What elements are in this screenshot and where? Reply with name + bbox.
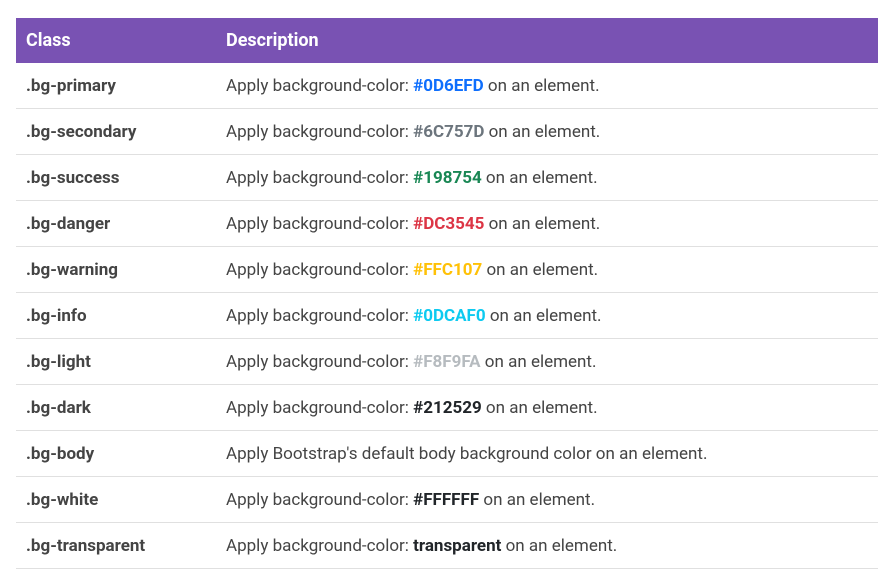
description-cell: Apply Bootstrap's default body backgroun… <box>216 431 878 477</box>
table-row: .bg-secondaryApply background-color: #6C… <box>16 109 878 155</box>
description-suffix: on an element. <box>484 122 600 142</box>
description-strong: #0D6EFD <box>413 76 484 96</box>
table-header-row: Class Description <box>16 18 878 63</box>
header-description: Description <box>216 18 878 63</box>
class-name-cell: .bg-transparent <box>16 523 216 569</box>
table-row: .bg-infoApply background-color: #0DCAF0 … <box>16 293 878 339</box>
table-row: .bg-transparentApply background-color: t… <box>16 523 878 569</box>
classes-table: Class Description .bg-primaryApply backg… <box>16 18 878 569</box>
description-strong: #6C757D <box>413 122 484 142</box>
class-name-cell: .bg-warning <box>16 247 216 293</box>
table-row: .bg-primaryApply background-color: #0D6E… <box>16 63 878 109</box>
description-prefix: Apply background-color: <box>226 398 413 418</box>
description-suffix: on an element. <box>482 398 598 418</box>
description-suffix: on an element. <box>501 536 617 556</box>
description-suffix: on an element. <box>486 306 602 326</box>
description-suffix: on an element. <box>479 490 595 510</box>
description-cell: Apply background-color: transparent on a… <box>216 523 878 569</box>
class-name-cell: .bg-primary <box>16 63 216 109</box>
description-strong: #212529 <box>413 398 482 418</box>
class-name-cell: .bg-info <box>16 293 216 339</box>
table-row: .bg-dangerApply background-color: #DC354… <box>16 201 878 247</box>
description-strong: transparent <box>413 536 501 556</box>
description-strong: #DC3545 <box>413 214 484 234</box>
description-cell: Apply background-color: #F8F9FA on an el… <box>216 339 878 385</box>
class-name-cell: .bg-dark <box>16 385 216 431</box>
description-prefix: Apply background-color: <box>226 352 413 372</box>
description-prefix: Apply background-color: <box>226 168 413 188</box>
description-prefix: Apply background-color: <box>226 306 413 326</box>
description-suffix: on an element. <box>481 352 597 372</box>
description-strong: #198754 <box>413 168 482 188</box>
class-name-cell: .bg-white <box>16 477 216 523</box>
description-cell: Apply background-color: #FFFFFF on an el… <box>216 477 878 523</box>
table-row: .bg-darkApply background-color: #212529 … <box>16 385 878 431</box>
class-name-cell: .bg-light <box>16 339 216 385</box>
description-suffix: on an element. <box>482 260 598 280</box>
table-row: .bg-warningApply background-color: #FFC1… <box>16 247 878 293</box>
description-prefix: Apply background-color: <box>226 536 413 556</box>
description-strong: #FFFFFF <box>413 490 479 510</box>
description-prefix: Apply background-color: <box>226 76 413 96</box>
description-cell: Apply background-color: #DC3545 on an el… <box>216 201 878 247</box>
description-suffix: on an element. <box>484 214 600 234</box>
description-prefix: Apply background-color: <box>226 490 413 510</box>
class-name-cell: .bg-body <box>16 431 216 477</box>
description-cell: Apply background-color: #FFC107 on an el… <box>216 247 878 293</box>
table-row: .bg-whiteApply background-color: #FFFFFF… <box>16 477 878 523</box>
description-suffix: on an element. <box>484 76 600 96</box>
description-strong: #F8F9FA <box>413 352 480 372</box>
header-class: Class <box>16 18 216 63</box>
table-row: .bg-body Apply Bootstrap's default body b… <box>16 431 878 477</box>
description-strong: #FFC107 <box>413 260 482 280</box>
description-cell: Apply background-color: #212529 on an el… <box>216 385 878 431</box>
description-suffix: on an element. <box>482 168 598 188</box>
description-cell: Apply background-color: #198754 on an el… <box>216 155 878 201</box>
class-name-cell: .bg-success <box>16 155 216 201</box>
description-prefix: Apply Bootstrap's default body backgroun… <box>226 444 707 464</box>
table-row: .bg-lightApply background-color: #F8F9FA… <box>16 339 878 385</box>
description-cell: Apply background-color: #0DCAF0 on an el… <box>216 293 878 339</box>
description-strong: #0DCAF0 <box>413 306 486 326</box>
class-name-cell: .bg-secondary <box>16 109 216 155</box>
description-cell: Apply background-color: #0D6EFD on an el… <box>216 63 878 109</box>
description-cell: Apply background-color: #6C757D on an el… <box>216 109 878 155</box>
table-row: .bg-successApply background-color: #1987… <box>16 155 878 201</box>
class-name-cell: .bg-danger <box>16 201 216 247</box>
description-prefix: Apply background-color: <box>226 214 413 234</box>
description-prefix: Apply background-color: <box>226 260 413 280</box>
description-prefix: Apply background-color: <box>226 122 413 142</box>
